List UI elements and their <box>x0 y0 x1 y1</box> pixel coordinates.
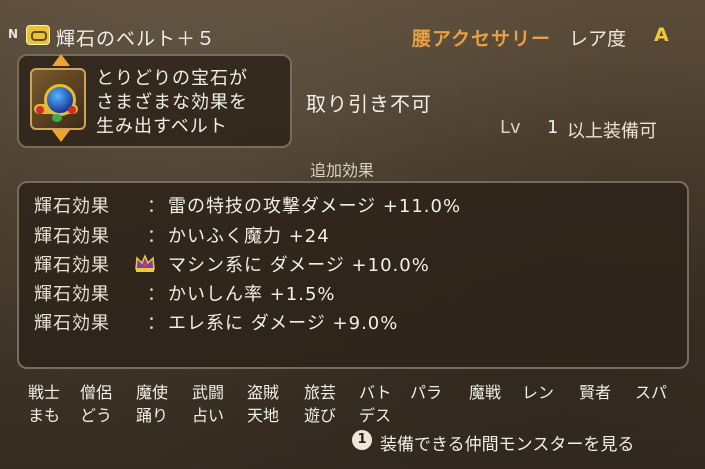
view-companion-monsters-button[interactable]: 1 装備できる仲間モンスターを見る <box>352 428 682 455</box>
job-label: 魔使 <box>136 383 169 402</box>
effect-label: 輝石効果 <box>34 313 110 334</box>
item-name: 輝石のベルト＋５ <box>56 28 217 50</box>
effect-label: 輝石効果 <box>34 226 110 247</box>
arrow-up-icon[interactable] <box>52 54 70 66</box>
effect-value: かいしん率 +1.5% <box>168 284 336 305</box>
belt-icon <box>26 25 50 45</box>
rarity-label: レア度 <box>569 28 627 50</box>
effect-separator: ： <box>147 284 165 305</box>
crown-icon <box>135 254 155 272</box>
job-label: 踊り <box>136 406 169 425</box>
effect-separator: ： <box>147 226 165 247</box>
button-1-icon[interactable]: 1 <box>352 430 372 450</box>
description-line: 生み出すベルト <box>96 116 228 137</box>
job-label: スパ <box>635 383 668 402</box>
rarity-value: A <box>654 24 669 46</box>
arrow-down-icon[interactable] <box>52 130 70 142</box>
effects-section-label: 追加効果 <box>310 161 375 180</box>
job-label: 賢者 <box>579 383 612 402</box>
job-label: 遊び <box>304 406 337 425</box>
effect-row: 輝石効果 ： 雷の特技の攻撃ダメージ +11.0% <box>34 192 654 218</box>
green-jewel <box>52 114 62 122</box>
job-label: どう <box>80 406 113 425</box>
level-suffix: 以上装備可 <box>567 121 657 142</box>
effect-value: マシン系に ダメージ +10.0% <box>168 255 430 276</box>
effect-value: 雷の特技の攻撃ダメージ +11.0% <box>168 196 462 217</box>
job-label: 旅芸 <box>304 383 337 402</box>
effect-row: 輝石効果 ： エレ系に ダメージ +9.0% <box>34 309 654 335</box>
effect-row: 輝石効果 ： かいふく魔力 +24 <box>34 222 654 248</box>
view-companion-monsters-label: 装備できる仲間モンスターを見る <box>380 435 635 455</box>
item-detail-window: N 輝石のベルト＋５ 腰アクセサリー レア度 A とりどりの宝石が さまざまな効… <box>0 0 705 469</box>
job-label: 魔戦 <box>469 383 502 402</box>
job-label: 盗賊 <box>247 383 280 402</box>
effect-label: 輝石効果 <box>34 196 110 217</box>
title-bar: N 輝石のベルト＋５ 腰アクセサリー レア度 A <box>0 10 705 50</box>
gem-belt-icon <box>30 68 86 130</box>
description-line: とりどりの宝石が <box>96 68 248 89</box>
n-mark: N <box>8 27 19 41</box>
red-jewel <box>68 106 76 114</box>
effect-value: エレ系に ダメージ +9.0% <box>168 313 399 334</box>
job-label: 天地 <box>247 406 280 425</box>
red-jewel <box>36 106 44 114</box>
effect-separator: ： <box>147 196 165 217</box>
job-label: まも <box>28 406 61 425</box>
level-label: Lv <box>500 117 521 138</box>
job-label: 占い <box>192 406 225 425</box>
job-label: 戦士 <box>28 383 61 402</box>
job-label: パラ <box>410 383 443 402</box>
description-line: さまざまな効果を <box>96 92 248 113</box>
equippable-jobs: 戦士 僧侶 魔使 武闘 盗賊 旅芸 バト パラ 魔戦 レン 賢者 スパ まも ど… <box>17 375 685 427</box>
effect-row: 輝石効果 マシン系に ダメージ +10.0% <box>34 251 654 277</box>
effect-label: 輝石効果 <box>34 284 110 305</box>
effect-value: かいふく魔力 +24 <box>168 226 330 247</box>
item-category: 腰アクセサリー <box>412 28 552 50</box>
trade-status: 取り引き不可 <box>306 92 432 116</box>
job-label: デス <box>359 406 392 425</box>
effect-row: 輝石効果 ： かいしん率 +1.5% <box>34 280 654 306</box>
job-label: レン <box>522 383 555 402</box>
effect-label: 輝石効果 <box>34 255 110 276</box>
job-label: 武闘 <box>192 383 225 402</box>
job-label: バト <box>359 383 392 402</box>
effect-separator: ： <box>147 313 165 334</box>
level-value: 1 <box>547 117 559 138</box>
job-label: 僧侶 <box>80 383 113 402</box>
